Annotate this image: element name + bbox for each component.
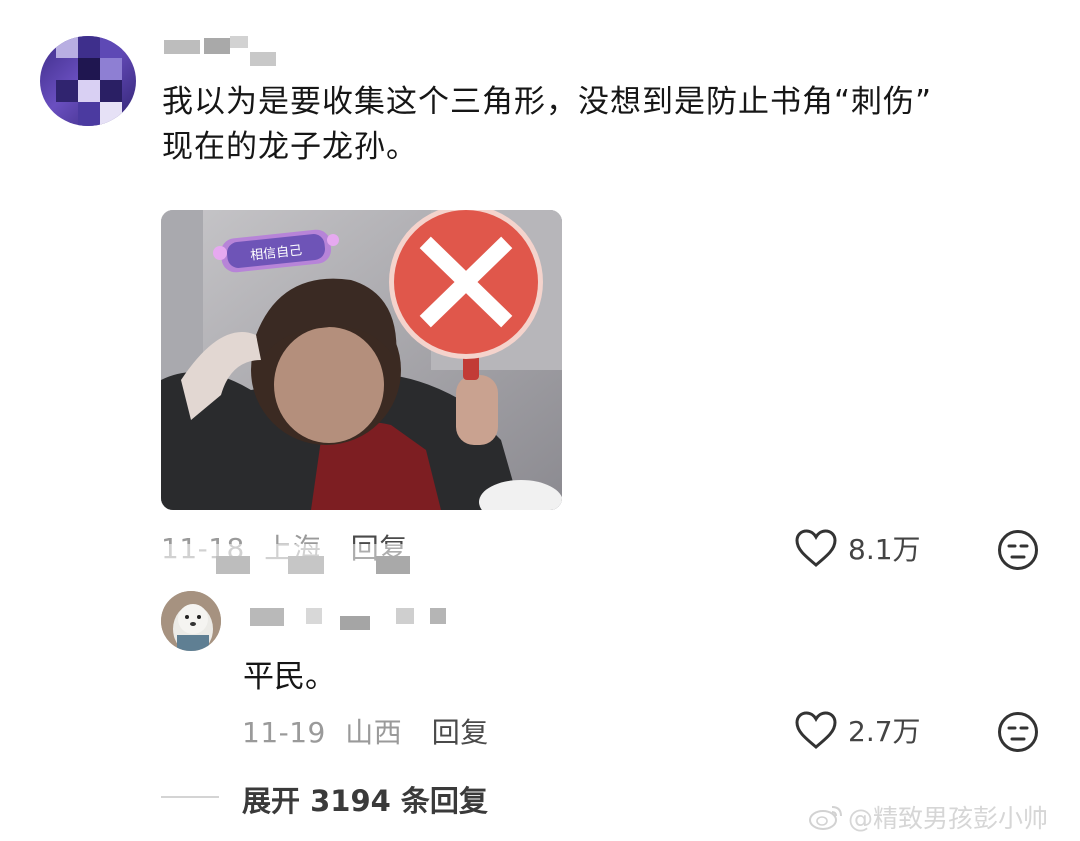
redaction-block (216, 556, 250, 574)
dog-avatar-image (161, 591, 221, 651)
photo-illustration: 相信自己 (161, 210, 562, 510)
neutral-face-icon[interactable] (997, 711, 1039, 753)
comment-attached-photo[interactable]: 相信自己 (161, 210, 562, 510)
heart-icon[interactable] (794, 528, 838, 568)
redaction-block (288, 556, 324, 574)
comment-text-line-2: 现在的龙子龙孙。 (162, 129, 418, 165)
reply-username-redacted[interactable] (236, 606, 456, 632)
weibo-logo-icon (809, 806, 842, 830)
commenter-avatar[interactable] (40, 36, 136, 126)
comment-like-group[interactable]: 8.1万 (794, 528, 921, 568)
reply-reply-button[interactable]: 回复 (432, 716, 489, 749)
reply-avatar[interactable] (161, 591, 221, 651)
reply-body: 平民。 (243, 659, 336, 695)
watermark-text: @精致男孩彭小帅 (848, 804, 1049, 833)
reply-date: 11-19 (242, 716, 326, 749)
neutral-face-icon[interactable] (997, 529, 1039, 571)
heart-icon[interactable] (794, 710, 838, 750)
expand-replies-button[interactable]: 展开 3194 条回复 (242, 778, 488, 820)
watermark: @精致男孩彭小帅 (808, 799, 1048, 835)
commenter-username-redacted[interactable] (164, 36, 294, 70)
expand-divider (161, 796, 219, 798)
comment-body: 我以为是要收集这个三角形，没想到是防止书角“刺伤” 现在的龙子龙孙。 (162, 80, 1042, 170)
reply-location: 山西 (345, 716, 403, 749)
reply-meta: 11-19 山西 回复 (242, 711, 489, 751)
redaction-block (376, 556, 410, 574)
reply-like-group[interactable]: 2.7万 (794, 710, 921, 750)
reply-like-count: 2.7万 (848, 715, 921, 748)
comment-text-line-1: 我以为是要收集这个三角形，没想到是防止书角“刺伤” (162, 84, 933, 120)
comment-like-count: 8.1万 (848, 533, 921, 566)
